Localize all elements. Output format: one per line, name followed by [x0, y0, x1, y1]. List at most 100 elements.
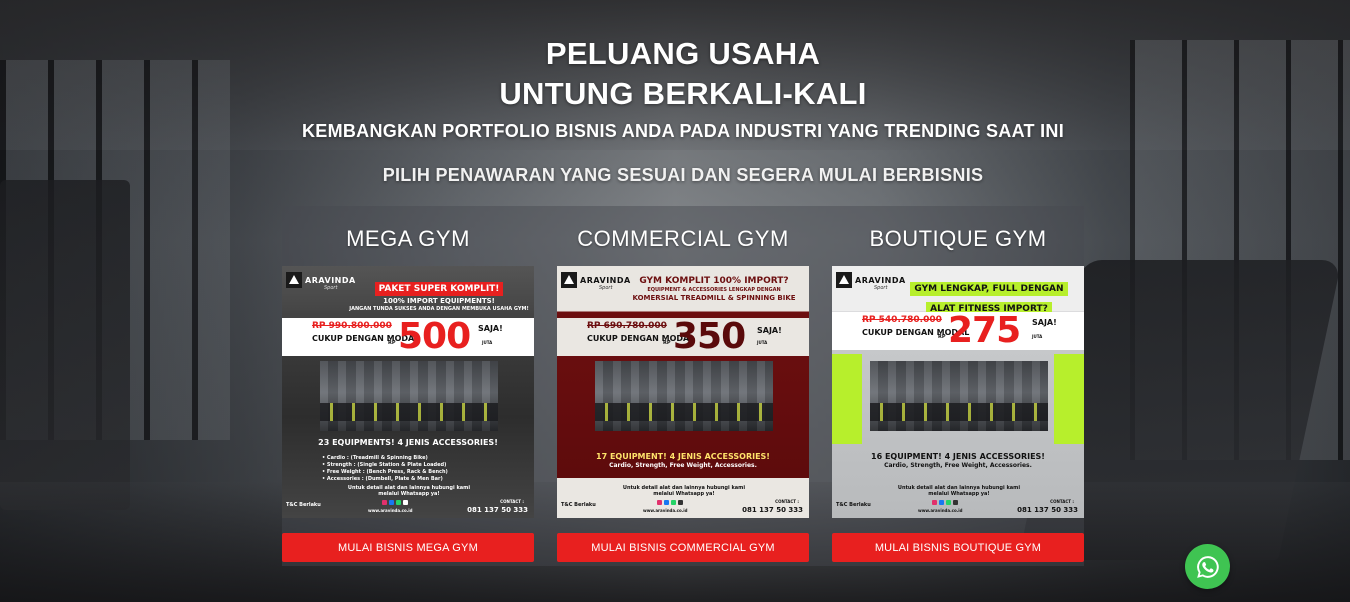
whatsapp-float-button[interactable] [1185, 544, 1230, 589]
whatsapp-small-icon [396, 500, 401, 505]
package-poster-boutique-gym[interactable]: ARAVINDA Sport GYM LENGKAP, FULL DENGAN … [832, 266, 1084, 518]
package-poster-mega-gym[interactable]: ARAVINDA Sport PAKET SUPER KOMPLIT! 100%… [282, 266, 534, 518]
phone-number: 081 137 50 333 [1017, 506, 1078, 514]
poster-lime-accent-right [1054, 354, 1084, 444]
facebook-icon [664, 500, 669, 505]
social-icons [657, 500, 683, 505]
brand-tag: Sport [874, 285, 888, 291]
currency-label: RP [388, 340, 396, 346]
phone-number: 081 137 50 333 [467, 506, 528, 514]
facebook-icon [389, 500, 394, 505]
old-price: RP 690.780.000 [587, 321, 667, 331]
contact-message: Untuk detail alat dan lainnya hubungi ka… [897, 485, 1021, 497]
saja-label: SAJA! [757, 326, 782, 335]
package-title: COMMERCIAL GYM [577, 226, 789, 251]
youtube-icon [403, 500, 408, 505]
equipment-line: 23 EQUIPMENTS! 4 JENIS ACCESSORIES! [318, 438, 498, 447]
start-commercial-gym-button[interactable]: MULAI BISNIS COMMERCIAL GYM [557, 533, 809, 562]
price-band: RP 690.780.000 CUKUP DENGAN MODAL RP 350… [557, 318, 809, 356]
spec-item: • Cardio : (Treadmill & Spinning Bike) [322, 455, 428, 461]
price-band: RP 540.780.000 CUKUP DENGAN MODAL RP 275… [832, 312, 1084, 350]
package-card-mega-gym: MEGA GYM ARAVINDA Sport PAKET SUPER KOMP… [282, 206, 534, 562]
poster-head1: PAKET SUPER KOMPLIT! [374, 282, 504, 296]
tc-label: T&C Berlaku [836, 502, 871, 508]
saja-label: SAJA! [1032, 318, 1057, 327]
brand-logo: ARAVINDA Sport [836, 270, 906, 291]
hero-title-line1: PELUANG USAHA [545, 36, 821, 71]
poster-head1: GYM LENGKAP, FULL DENGAN [910, 282, 1068, 296]
brand-tag: Sport [599, 285, 613, 291]
aravinda-logo-icon [836, 272, 852, 288]
poster-headline: PAKET SUPER KOMPLIT! 100% IMPORT EQUIPME… [348, 276, 530, 312]
equipment-sub: Cardio, Strength, Free Weight, Accessori… [884, 462, 1032, 469]
price-value: 500 [398, 316, 471, 357]
aravinda-logo-icon [561, 272, 577, 288]
contact-message: Untuk detail alat dan lainnya hubungi ka… [347, 485, 471, 497]
hero-section: PELUANG USAHA UNTUNG BERKALI-KALI KEMBAN… [0, 0, 1350, 602]
start-boutique-gym-button[interactable]: MULAI BISNIS BOUTIQUE GYM [832, 533, 1084, 562]
contact-label: CONTACT : [1050, 499, 1074, 504]
equipment-sub: Cardio, Strength, Free Weight, Accessori… [609, 462, 757, 469]
aravinda-logo-icon [286, 272, 302, 288]
whatsapp-small-icon [671, 500, 676, 505]
brand-logo: ARAVINDA Sport [561, 270, 631, 291]
phone-number: 081 137 50 333 [742, 506, 803, 514]
spec-item: • Free Weight : (Bench Press, Rack & Ben… [322, 469, 448, 475]
package-card-boutique-gym: BOUTIQUE GYM ARAVINDA Sport GYM LENGKAP,… [832, 206, 1084, 562]
saja-label: SAJA! [478, 324, 503, 333]
poster-lime-accent-left [832, 354, 862, 444]
website-label: www.aravinda.co.id [643, 508, 688, 513]
package-title: BOUTIQUE GYM [869, 226, 1047, 251]
package-card-commercial-gym: COMMERCIAL GYM ARAVINDA Sport GYM KOMPLI… [557, 206, 809, 562]
hero-prompt: PILIH PENAWARAN YANG SESUAI DAN SEGERA M… [382, 165, 984, 185]
brand-tag: Sport [324, 285, 338, 291]
tc-label: T&C Berlaku [286, 502, 321, 508]
poster-head2: EQUIPMENT & ACCESSORIES LENGKAP DENGAN [647, 287, 781, 293]
gym-photo [595, 361, 773, 431]
contact-label: CONTACT : [500, 499, 524, 504]
whatsapp-icon [1196, 555, 1219, 578]
old-price: RP 540.780.000 [862, 315, 942, 325]
instagram-icon [932, 500, 937, 505]
brand-logo: ARAVINDA Sport [286, 270, 356, 291]
poster-head3: KOMERSIAL TREADMILL & SPINNING BIKE [632, 294, 796, 302]
spec-list: • Cardio : (Treadmill & Spinning Bike) •… [322, 455, 448, 483]
tc-label: T&C Berlaku [561, 502, 596, 508]
price-value: 275 [948, 310, 1021, 351]
contact-label: CONTACT : [775, 499, 799, 504]
package-poster-commercial-gym[interactable]: ARAVINDA Sport GYM KOMPLIT 100% IMPORT? … [557, 266, 809, 518]
gym-photo [870, 361, 1048, 431]
contact-message: Untuk detail alat dan lainnya hubungi ka… [622, 485, 746, 497]
youtube-icon [678, 500, 683, 505]
juta-label: JUTA [482, 340, 493, 345]
juta-label: JUTA [757, 340, 768, 345]
hero-subtitle: KEMBANGKAN PORTFOLIO BISNIS ANDA PADA IN… [301, 121, 1065, 141]
hero-title-line2: UNTUNG BERKALI-KALI [499, 76, 867, 111]
spec-item: • Accessories : (Dumbell, Plate & Men Ba… [322, 476, 443, 482]
price-value: 350 [673, 316, 746, 357]
gym-photo [320, 361, 498, 431]
currency-label: RP [938, 334, 946, 340]
social-icons [382, 500, 408, 505]
currency-label: RP [663, 340, 671, 346]
price-band: RP 990.800.000 CUKUP DENGAN MODAL RP 500… [282, 318, 534, 356]
facebook-icon [939, 500, 944, 505]
social-icons [932, 500, 958, 505]
youtube-icon [953, 500, 958, 505]
equipment-line: 17 EQUIPMENT! 4 JENIS ACCESSORIES! [596, 452, 770, 461]
poster-head3: JANGAN TUNDA SUKSES ANDA DENGAN MEMBUKA … [349, 306, 529, 312]
whatsapp-small-icon [946, 500, 951, 505]
package-title: MEGA GYM [346, 226, 470, 251]
equipment-line: 16 EQUIPMENT! 4 JENIS ACCESSORIES! [871, 452, 1045, 461]
poster-head2: 100% IMPORT EQUIPMENTS! [383, 297, 495, 305]
instagram-icon [382, 500, 387, 505]
juta-label: JUTA [1032, 334, 1043, 339]
poster-head1: GYM KOMPLIT 100% IMPORT? [639, 276, 789, 286]
poster-headline: GYM KOMPLIT 100% IMPORT? EQUIPMENT & ACC… [623, 276, 805, 302]
website-label: www.aravinda.co.id [918, 508, 963, 513]
old-price: RP 990.800.000 [312, 321, 392, 331]
website-label: www.aravinda.co.id [368, 508, 413, 513]
instagram-icon [657, 500, 662, 505]
start-mega-gym-button[interactable]: MULAI BISNIS MEGA GYM [282, 533, 534, 562]
spec-item: • Strength : (Single Station & Plate Loa… [322, 462, 447, 468]
